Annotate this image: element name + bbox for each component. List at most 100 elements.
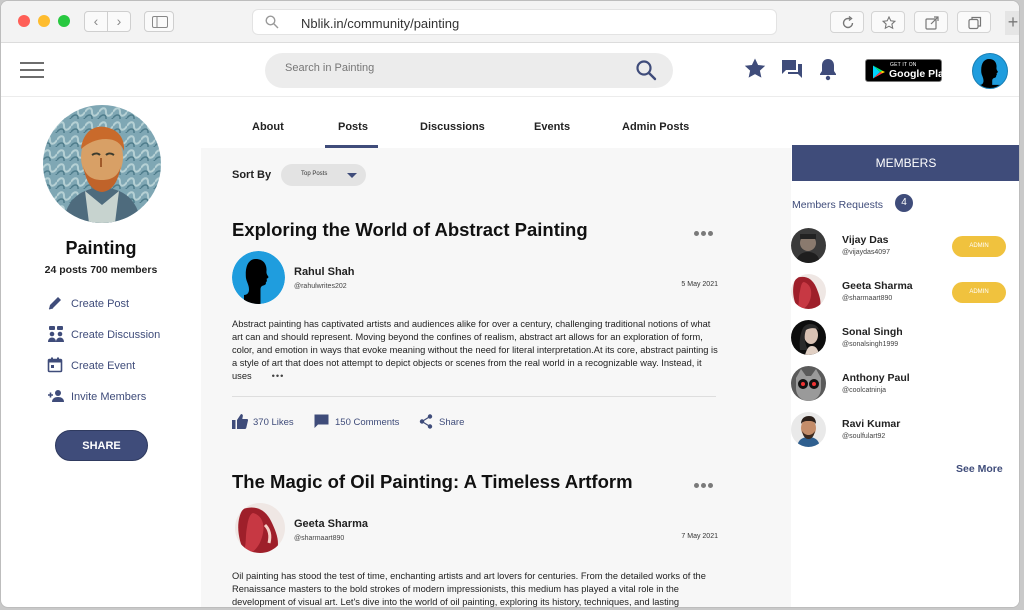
group-name: Painting xyxy=(65,238,137,258)
member-avatar xyxy=(791,228,826,263)
address-bar[interactable]: Nblik.in/community/painting xyxy=(252,9,777,35)
search-input[interactable] xyxy=(285,62,615,74)
member-name: Vijay Das xyxy=(842,234,889,246)
author-handle: @rahulwrites202 xyxy=(294,283,347,290)
author-name[interactable]: Geeta Sharma xyxy=(294,518,368,530)
tab-events[interactable]: Events xyxy=(534,121,570,133)
new-tab-button[interactable]: + xyxy=(1005,11,1019,35)
tabs-icon xyxy=(968,16,982,30)
post-body: Abstract painting has captivated artists… xyxy=(232,318,718,383)
likes-count: 370 Likes xyxy=(253,417,294,428)
member-name: Geeta Sharma xyxy=(842,280,913,292)
member-handle: @soulfulart92 xyxy=(842,433,886,440)
sidebar-icon xyxy=(152,16,168,28)
reload-button[interactable] xyxy=(830,11,864,33)
tabs-overview-button[interactable] xyxy=(957,11,991,33)
member-avatar xyxy=(791,412,826,447)
sort-dropdown[interactable]: Top Posts xyxy=(281,164,366,186)
post-body: Oil painting has stood the test of time,… xyxy=(232,571,706,608)
maximize-window-button[interactable] xyxy=(58,15,70,27)
invite-members-button[interactable]: Invite Members xyxy=(47,388,187,406)
comment-icon xyxy=(314,414,329,428)
tab-about[interactable]: About xyxy=(252,121,284,133)
play-store-icon xyxy=(873,65,885,79)
group-cover-image xyxy=(43,105,161,223)
google-play-badge[interactable]: GET IT ON Google Play xyxy=(865,59,950,82)
search-bar xyxy=(265,53,673,88)
create-post-button[interactable]: Create Post xyxy=(47,295,187,313)
post-title[interactable]: Exploring the World of Abstract Painting xyxy=(232,219,588,241)
member-item[interactable]: Geeta Sharma @sharmaart890 ADMIN xyxy=(791,274,1019,312)
member-name: Ravi Kumar xyxy=(842,418,901,430)
member-handle: @coolcatninja xyxy=(842,387,887,394)
chevron-right-icon: › xyxy=(116,13,122,29)
share-icon xyxy=(419,414,433,429)
share-page-button[interactable] xyxy=(914,11,948,33)
member-handle: @sonalsingh1999 xyxy=(842,341,899,348)
see-more-members-link[interactable]: See More xyxy=(956,463,1003,475)
member-item[interactable]: Anthony Paul @coolcatninja xyxy=(791,366,1019,404)
browser-toolbar: ‹ › Nblik.in/community/painting + xyxy=(1,1,1019,43)
thumbs-up-icon xyxy=(232,414,248,429)
create-event-button[interactable]: Create Event xyxy=(47,357,187,375)
create-discussion-button[interactable]: Create Discussion xyxy=(47,326,187,344)
post-options-button[interactable] xyxy=(694,475,716,488)
member-requests-count-badge: 4 xyxy=(895,194,913,212)
bookmark-button[interactable] xyxy=(871,11,905,33)
badge-big-text: Google Play xyxy=(889,68,950,80)
read-more-button[interactable]: ••• xyxy=(272,371,285,381)
admin-badge-button[interactable]: ADMIN xyxy=(952,282,1006,303)
member-name: Sonal Singh xyxy=(842,326,903,338)
messages-icon[interactable] xyxy=(780,57,804,81)
notifications-bell-icon[interactable] xyxy=(818,57,838,81)
post-card: The Magic of Oil Painting: A Timeless Ar… xyxy=(232,471,718,608)
comments-count: 150 Comments xyxy=(335,417,400,428)
user-silhouette-icon xyxy=(980,59,1002,88)
post-options-button[interactable] xyxy=(694,223,716,236)
sidebar-toggle-button[interactable] xyxy=(144,11,174,32)
members-title[interactable]: MEMBERS xyxy=(792,145,1019,181)
member-item[interactable]: Ravi Kumar @soulfulart92 xyxy=(791,412,1019,450)
add-person-icon xyxy=(48,390,64,402)
post-card: Exploring the World of Abstract Painting… xyxy=(232,219,718,439)
tab-discussions[interactable]: Discussions xyxy=(420,121,485,133)
author-photo xyxy=(235,503,285,553)
author-name[interactable]: Rahul Shah xyxy=(294,266,355,278)
forward-button[interactable]: › xyxy=(107,11,131,32)
group-discussion-icon xyxy=(48,326,64,342)
posts-feed: Sort By Top Posts Exploring the World of… xyxy=(201,148,791,608)
external-link-icon xyxy=(925,16,939,30)
app-header: GET IT ON Google Play xyxy=(1,43,1019,97)
create-post-label: Create Post xyxy=(71,298,130,310)
member-handle: @vijaydas4097 xyxy=(842,249,890,256)
member-name: Anthony Paul xyxy=(842,372,910,384)
browser-window: ‹ › Nblik.in/community/painting + Search… xyxy=(0,0,1020,608)
author-avatar[interactable] xyxy=(235,503,285,553)
reload-icon xyxy=(842,16,854,29)
share-label: Share xyxy=(439,417,465,428)
post-date: 5 May 2021 xyxy=(681,281,718,288)
admin-badge-button[interactable]: ADMIN xyxy=(952,236,1006,257)
member-handle: @sharmaart890 xyxy=(842,295,893,302)
members-panel: MEMBERS Members Requests 4 Vijay Das @vi… xyxy=(791,145,1019,607)
share-group-button[interactable]: SHARE xyxy=(55,430,148,461)
post-title[interactable]: The Magic of Oil Painting: A Timeless Ar… xyxy=(232,471,633,493)
close-window-button[interactable] xyxy=(18,15,30,27)
author-avatar[interactable] xyxy=(232,251,285,304)
user-avatar[interactable] xyxy=(972,53,1008,89)
search-icon[interactable] xyxy=(635,59,657,81)
member-avatar xyxy=(791,274,826,309)
sort-value: Top Posts xyxy=(301,171,328,177)
tab-admin-posts[interactable]: Admin Posts xyxy=(622,121,689,133)
sort-label: Sort By xyxy=(232,169,272,181)
back-button[interactable]: ‹ xyxy=(84,11,108,32)
member-item[interactable]: Vijay Das @vijaydas4097 ADMIN xyxy=(791,228,1019,266)
menu-icon[interactable] xyxy=(20,62,44,78)
create-event-label: Create Event xyxy=(71,360,136,372)
member-item[interactable]: Sonal Singh @sonalsingh1999 xyxy=(791,320,1019,358)
favorites-star-icon[interactable] xyxy=(743,57,767,81)
tab-posts[interactable]: Posts xyxy=(338,121,368,133)
member-requests-link[interactable]: Members Requests xyxy=(792,199,883,211)
post-text: Abstract painting has captivated artists… xyxy=(232,319,718,382)
minimize-window-button[interactable] xyxy=(38,15,50,27)
